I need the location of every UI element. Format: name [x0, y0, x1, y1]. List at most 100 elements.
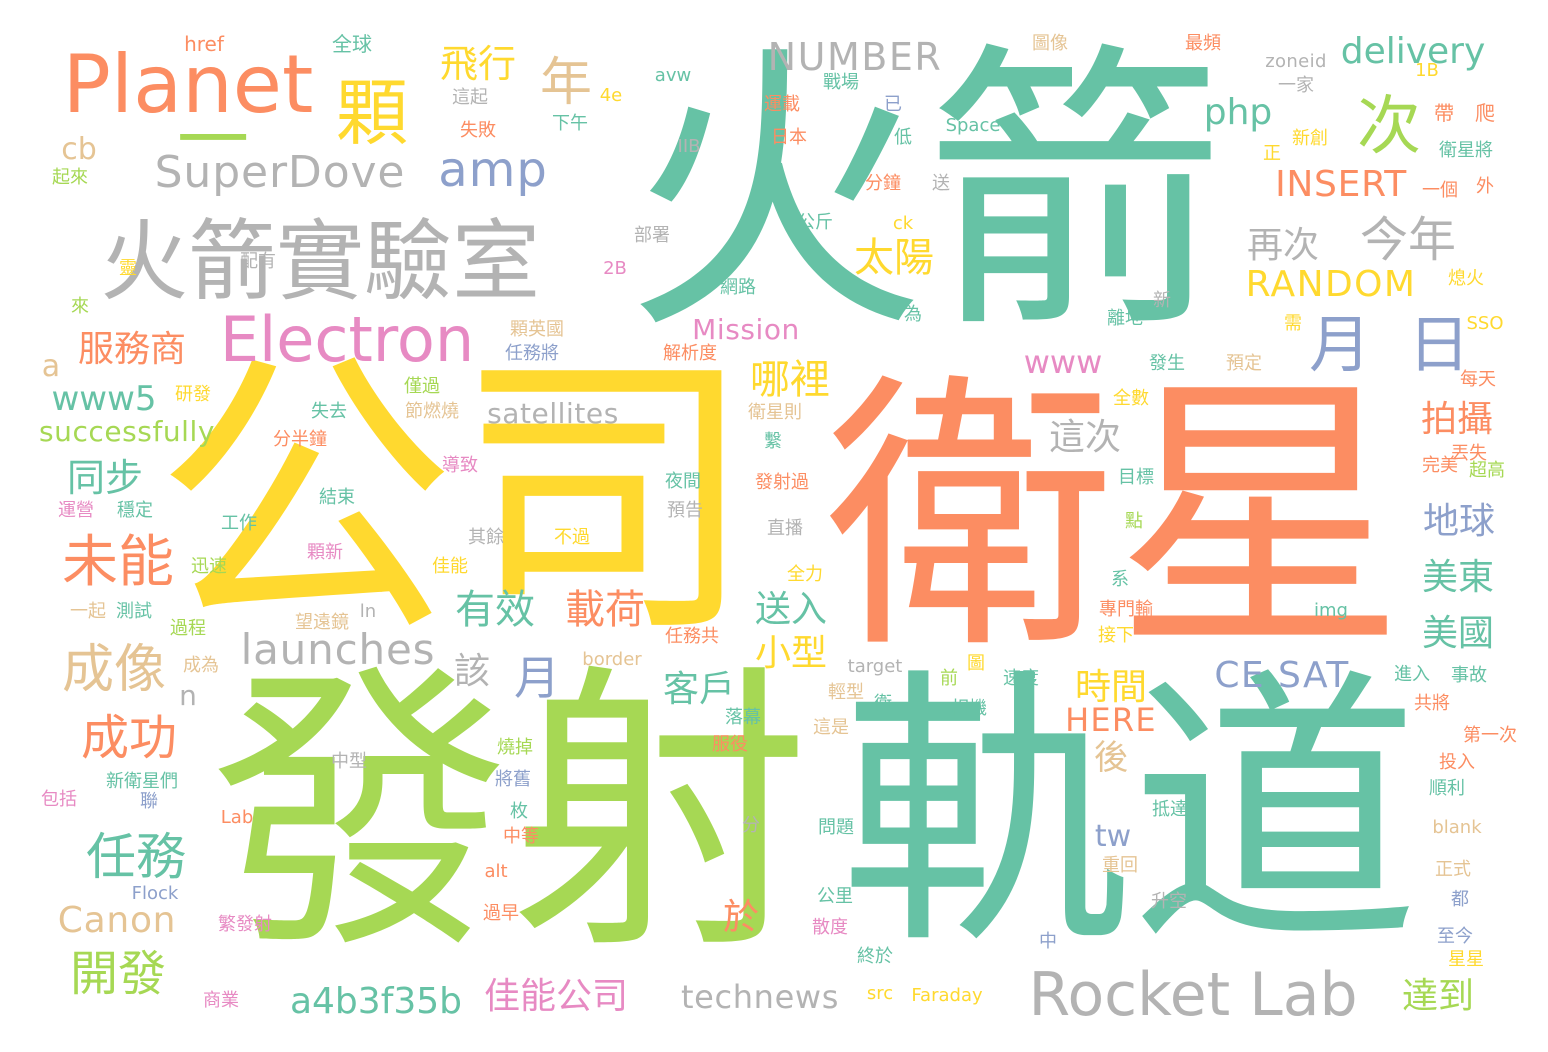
word-cjk-108: 顆英國	[510, 319, 564, 340]
word-cjk-167: 第一次	[1463, 725, 1517, 746]
word-cjk-79: 日本	[771, 127, 807, 148]
word-cjk-50: 客戶	[662, 669, 736, 710]
word-cjk-113: 預定	[1226, 353, 1262, 374]
word-cjk-130: 目標	[1118, 467, 1154, 488]
word-cjk-152: 接下	[1098, 625, 1134, 646]
word-cjk-8: 顆	[335, 71, 409, 155]
word-cjk-181: 問題	[818, 817, 854, 838]
word-n: n	[179, 679, 197, 712]
word-cjk-190: 都	[1451, 889, 1469, 910]
word-avw: avw	[654, 65, 692, 86]
word-cjk-48: 該	[453, 651, 491, 692]
word-cjk-192: 繁發射	[218, 914, 272, 935]
word-launches: launches	[240, 625, 436, 674]
word-cjk-143: 系	[1111, 569, 1129, 590]
word-cjk-89: 正	[1263, 143, 1281, 164]
word-cjk-175: 包括	[41, 789, 77, 810]
word-cjk-150: 望遠鏡	[295, 612, 349, 633]
word-cjk-93: 分鐘	[865, 173, 901, 194]
word-cjk-92: 外	[1476, 176, 1494, 197]
word-cjk-105: 熄火	[1448, 268, 1484, 289]
word-cjk-172: 新衛星們	[106, 771, 178, 792]
word-cjk-63: 佳能公司	[483, 976, 629, 1017]
word-cjk-75: 戰場	[823, 72, 859, 93]
word-cjk-129: 發射過	[755, 472, 809, 493]
word-href: href	[184, 32, 224, 56]
word-alt: alt	[484, 861, 508, 882]
word-successfully: successfully	[39, 415, 215, 448]
word-delivery: delivery	[1340, 31, 1486, 72]
word-php: php	[1203, 92, 1273, 133]
word-cjk-96: 公斤	[797, 212, 833, 233]
word-cjk-86: 帶	[1434, 101, 1454, 125]
word-cjk-81: 圖像	[1032, 33, 1068, 54]
word-cb: cb	[61, 132, 97, 167]
word-cjk-180: 分	[742, 815, 760, 836]
word-cjk-5: 火箭實驗室	[99, 210, 541, 313]
word-cjk-11: 月	[1308, 308, 1372, 381]
word-cjk-25: 太陽	[854, 235, 934, 281]
word-cjk-170: 燒掉	[497, 737, 533, 758]
word-cjk-73: 起來	[52, 167, 88, 188]
word-cjk-65: 達到	[1401, 976, 1475, 1017]
word-cjk-70: 這起	[452, 87, 488, 108]
word-sso: SSO	[1466, 313, 1504, 334]
word-cjk-124: 分半鐘	[273, 429, 327, 450]
word-cjk-132: 穩定	[117, 500, 153, 521]
word-cjk-99: 靈	[119, 258, 137, 279]
word-cjk-100: 來	[71, 296, 89, 317]
word-cjk-40: 同步	[66, 456, 144, 500]
word-cjk-59: 於	[722, 897, 760, 938]
word-cjk-119: 衛星則	[748, 402, 802, 423]
word-cjk-54: 成功	[80, 710, 178, 766]
word-cjk-117: 節燃燒	[405, 401, 459, 422]
word-cjk-183: 中等	[503, 826, 539, 847]
word-cjk-44: 送入	[754, 589, 828, 630]
word-cjk-184: 重回	[1102, 855, 1138, 876]
word-cjk-109: 任務將	[505, 343, 559, 364]
word-cjk-61: 開發	[69, 946, 167, 1002]
word-cjk-37: 地球	[1422, 501, 1496, 542]
word-ce-sat: CE SAT	[1214, 655, 1350, 696]
word-cjk-169: 中型	[331, 751, 367, 772]
word-cjk-36: 這次	[1048, 417, 1122, 458]
word-cjk-149: 過程	[170, 618, 206, 639]
word-cjk-156: 圖	[967, 653, 985, 674]
word-cjk-133: 工作	[221, 513, 257, 534]
word-cjk-189: 升空	[1151, 891, 1187, 912]
word-cjk-139: 迅速	[191, 556, 227, 577]
word-cjk-87: 爬	[1475, 101, 1495, 125]
word-cjk-134: 預告	[667, 500, 703, 521]
word-cjk-200: 商業	[203, 990, 239, 1011]
word-iib: IIB	[677, 136, 701, 157]
word-faraday: Faraday	[911, 985, 983, 1006]
word-cjk-157: 進入	[1394, 664, 1430, 685]
word-cjk-122: 超高	[1469, 460, 1505, 481]
word-cjk-43: 載荷	[565, 587, 645, 633]
word-src: src	[866, 983, 894, 1004]
word-border: border	[582, 649, 642, 670]
word-cjk-145: 測試	[116, 601, 152, 622]
word-cjk-141: 佳能	[432, 556, 468, 577]
word-electron: Electron	[219, 303, 475, 376]
word-flock: Flock	[131, 883, 179, 904]
word-cjk-194: 至今	[1437, 926, 1473, 947]
word-cjk-158: 事故	[1451, 665, 1487, 686]
word-cjk-177: 枚	[510, 801, 528, 822]
word-cjk-191: 過早	[483, 903, 519, 924]
word-cjk-22: 再次	[1246, 225, 1320, 266]
word-cjk-102: 網路	[720, 277, 756, 298]
word-cjk-45: 小型	[754, 633, 828, 674]
word-cjk-151: 任務共	[665, 626, 719, 647]
word-random: RANDOM	[1245, 264, 1417, 305]
word-here: HERE	[1065, 701, 1157, 739]
word-rocket-lab: Rocket Lab	[1028, 960, 1358, 1030]
word-cjk-161: 速度	[1003, 668, 1039, 689]
word-cjk-77: 已	[884, 94, 902, 115]
word-cjk-71: 失敗	[460, 120, 496, 141]
word-amp: amp	[438, 142, 548, 198]
word-cjk-72: 下午	[552, 113, 588, 134]
word-cjk-186: 正式	[1435, 859, 1471, 880]
word-cjk-98: 配有	[240, 251, 276, 272]
word-www5: www5	[51, 379, 157, 419]
